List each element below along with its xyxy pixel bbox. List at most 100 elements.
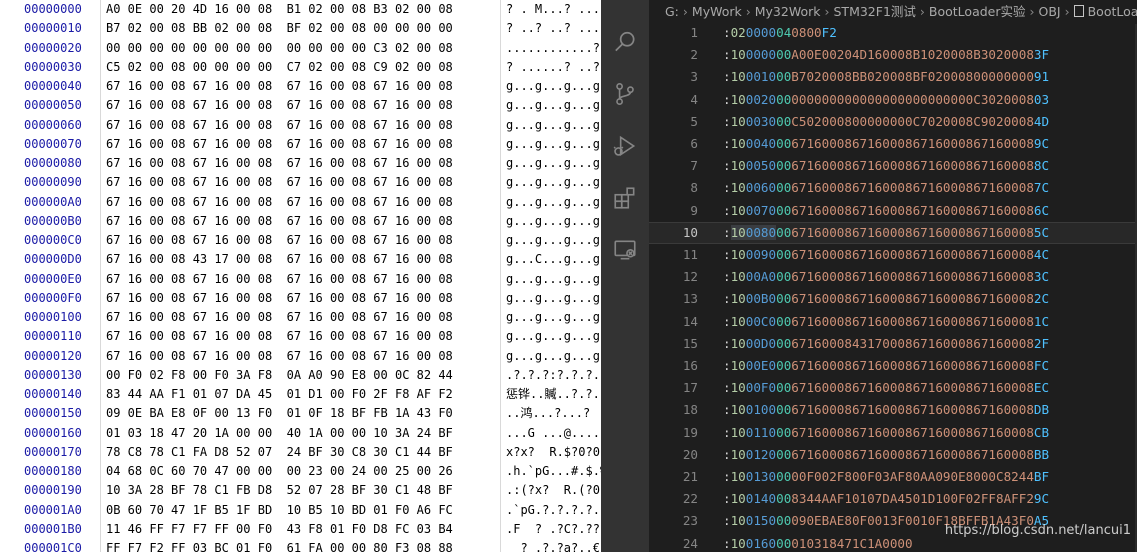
hex-editor-pane[interactable]: 00000000 A0 0E 00 20 4D 16 00 08 B1 02 00… [0,0,601,552]
hex-record[interactable]: :100110006716000867160008671600086716000… [723,422,1049,444]
code-line[interactable]: 6:10004000671600086716000867160008671600… [649,133,1137,155]
hex-row-bytes[interactable]: 67 16 00 08 67 16 00 08 67 16 00 08 67 1… [106,308,453,327]
hex-row[interactable]: 000000F0 67 16 00 08 67 16 00 08 67 16 00… [0,289,601,308]
hex-row[interactable]: 00000130 00 F0 02 F8 00 F0 3A F8 0A A0 90… [0,366,601,385]
code-line[interactable]: 19:1001100067160008671600086716000867160… [649,422,1137,444]
hex-row-ascii[interactable]: g...g...g...g... [506,289,601,308]
hex-row-ascii[interactable]: .`pG.?.?.?.?.? [506,501,601,520]
hex-row-bytes[interactable]: 78 C8 78 C1 FA D8 52 07 24 BF 30 C8 30 C… [106,443,453,462]
hex-row-bytes[interactable]: 00 00 00 00 00 00 00 00 00 00 00 00 C3 0… [106,39,453,58]
hex-row[interactable]: 000000E0 67 16 00 08 67 16 00 08 67 16 00… [0,270,601,289]
code-line[interactable]: 8:10006000671600086716000867160008671600… [649,177,1137,199]
hex-row-bytes[interactable]: 67 16 00 08 67 16 00 08 67 16 00 08 67 1… [106,173,453,192]
hex-record[interactable]: :100070006716000867160008671600086716000… [723,200,1049,222]
hex-record[interactable]: :10000000A00E00204D160008B1020008B302000… [723,44,1049,66]
hex-row-bytes[interactable]: 10 3A 28 BF 78 C1 FB D8 52 07 28 BF 30 C… [106,481,453,500]
hex-row[interactable]: 000000A0 67 16 00 08 67 16 00 08 67 16 00… [0,193,601,212]
hex-row[interactable]: 00000110 67 16 00 08 67 16 00 08 67 16 00… [0,327,601,346]
hex-record[interactable]: :1000A0006716000867160008671600086716000… [723,266,1049,288]
hex-record[interactable]: :1000B0006716000867160008671600086716000… [723,288,1049,310]
code-editor[interactable]: G: › MyWork › My32Work › STM32F1测试 › BootLoader实… [649,0,1137,552]
code-line[interactable]: 13:1000B00067160008671600086716000867160… [649,288,1137,310]
source-control-icon[interactable] [601,70,649,118]
hex-row-bytes[interactable]: 67 16 00 08 67 16 00 08 67 16 00 08 67 1… [106,289,453,308]
hex-row-ascii[interactable]: g...g...g...g... [506,116,601,135]
hex-row[interactable]: 00000180 04 68 0C 60 70 47 00 00 00 23 00… [0,462,601,481]
hex-row[interactable]: 000000D0 67 16 00 08 43 17 00 08 67 16 00… [0,250,601,269]
hex-row-bytes[interactable]: FF F7 F2 FF 03 BC 01 F0 61 FA 00 00 80 F… [106,539,453,552]
hex-row-bytes[interactable]: 67 16 00 08 67 16 00 08 67 16 00 08 67 1… [106,212,453,231]
hex-row-ascii[interactable]: g...g...g...g... [506,212,601,231]
hex-row-bytes[interactable]: 83 44 AA F1 01 07 DA 45 01 D1 00 F0 2F F… [106,385,453,404]
hex-row-bytes[interactable]: 67 16 00 08 67 16 00 08 67 16 00 08 67 1… [106,193,453,212]
hex-record[interactable]: :1000E0006716000867160008671600086716000… [723,355,1049,377]
hex-row[interactable]: 00000190 10 3A 28 BF 78 C1 FB D8 52 07 28… [0,481,601,500]
hex-row-ascii[interactable]: g...g...g...g... [506,308,601,327]
hex-row-bytes[interactable]: 11 46 FF F7 F7 FF 00 F0 43 F8 01 F0 D8 F… [106,520,453,539]
hex-row[interactable]: 000001B0 11 46 FF F7 F7 FF 00 F0 43 F8 01… [0,520,601,539]
code-line[interactable]: 11:1000900067160008671600086716000867160… [649,244,1137,266]
hex-row-bytes[interactable]: 67 16 00 08 67 16 00 08 67 16 00 08 67 1… [106,231,453,250]
hex-record[interactable]: :100080006716000867160008671600086716000… [723,223,1049,243]
hex-row-bytes[interactable]: 67 16 00 08 67 16 00 08 67 16 00 08 67 1… [106,135,453,154]
hex-row-ascii[interactable]: g...g...g...g... [506,135,601,154]
hex-row[interactable]: 00000160 01 03 18 47 20 1A 00 00 40 1A 00… [0,424,601,443]
hex-row-ascii[interactable]: ? .?.?a?..€?.? [506,539,601,552]
hex-row-bytes[interactable]: 0B 60 70 47 1F B5 1F BD 10 B5 10 BD 01 F… [106,501,453,520]
remote-explorer-icon[interactable] [601,226,649,274]
hex-row[interactable]: 00000060 67 16 00 08 67 16 00 08 67 16 00… [0,116,601,135]
hex-record[interactable]: :100050006716000867160008671600086716000… [723,155,1049,177]
hex-record[interactable]: :1001300000F002F800F03AF80AA090E8000C824… [723,466,1049,488]
hex-record[interactable]: :10016000010318471C1A0000 [723,533,913,552]
code-line[interactable]: 20:1001200067160008671600086716000867160… [649,444,1137,466]
hex-row-bytes[interactable]: 04 68 0C 60 70 47 00 00 00 23 00 24 00 2… [106,462,453,481]
code-line[interactable]: 9:10007000671600086716000867160008671600… [649,200,1137,222]
hex-row-bytes[interactable]: C5 02 00 08 00 00 00 00 C7 02 00 08 C9 0… [106,58,453,77]
hex-record[interactable]: :100140008344AAF10107DA4501D100F02FF8AFF… [723,488,1049,510]
hex-row-ascii[interactable]: ...G ...@....:$? [506,424,601,443]
hex-row-bytes[interactable]: 67 16 00 08 67 16 00 08 67 16 00 08 67 1… [106,154,453,173]
hex-row[interactable]: 00000140 83 44 AA F1 01 07 DA 45 01 D1 00… [0,385,601,404]
breadcrumb-item[interactable]: G: [665,4,679,19]
code-line[interactable]: 10:1000800067160008671600086716000867160… [649,221,1137,244]
hex-record[interactable]: :100120006716000867160008671600086716000… [723,444,1049,466]
hex-row[interactable]: 00000150 09 0E BA E8 0F 00 13 F0 01 0F 18… [0,404,601,423]
hex-record[interactable]: :10002000000000000000000000000000C302000… [723,89,1049,111]
hex-row-bytes[interactable]: 67 16 00 08 67 16 00 08 67 16 00 08 67 1… [106,327,453,346]
hex-row[interactable]: 00000100 67 16 00 08 67 16 00 08 67 16 00… [0,308,601,327]
hex-row-ascii[interactable]: ? . M...? ...?... [506,0,601,19]
breadcrumb-item[interactable]: My32Work [755,4,821,19]
hex-row-ascii[interactable]: g...C...g...g... [506,250,601,269]
hex-row[interactable]: 00000040 67 16 00 08 67 16 00 08 67 16 00… [0,77,601,96]
hex-row[interactable]: 00000020 00 00 00 00 00 00 00 00 00 00 00… [0,39,601,58]
hex-row[interactable]: 00000170 78 C8 78 C1 FA D8 52 07 24 BF 30… [0,443,601,462]
hex-row-ascii[interactable]: g...g...g...g... [506,347,601,366]
hex-row-ascii[interactable]: ? ..? ..? ....... [506,19,601,38]
hex-row-ascii[interactable]: ..鸿...?...? [506,404,601,423]
hex-row-ascii[interactable]: .F ? .?C?.??. [506,520,601,539]
hex-row-ascii[interactable]: .h.`pG...#.$.%.& [506,462,601,481]
code-line[interactable]: 15:1000D00067160008431700086716000867160… [649,333,1137,355]
hex-row-ascii[interactable]: g...g...g...g... [506,96,601,115]
hex-row-bytes[interactable]: 67 16 00 08 67 16 00 08 67 16 00 08 67 1… [106,270,453,289]
hex-row[interactable]: 00000090 67 16 00 08 67 16 00 08 67 16 00… [0,173,601,192]
code-line[interactable]: 2:10000000A00E00204D160008B1020008B30200… [649,44,1137,66]
hex-row-ascii[interactable]: g...g...g...g... [506,231,601,250]
breadcrumb-item[interactable]: BootLoader.hex [1088,4,1137,19]
hex-row[interactable]: 000001A0 0B 60 70 47 1F B5 1F BD 10 B5 10… [0,501,601,520]
hex-row-bytes[interactable]: 00 F0 02 F8 00 F0 3A F8 0A A0 90 E8 00 0… [106,366,453,385]
hex-row-bytes[interactable]: A0 0E 00 20 4D 16 00 08 B1 02 00 08 B3 0… [106,0,453,19]
hex-row-bytes[interactable]: 67 16 00 08 67 16 00 08 67 16 00 08 67 1… [106,77,453,96]
hex-record[interactable]: :1000D0006716000843170008671600086716000… [723,333,1049,355]
hex-row[interactable]: 000000C0 67 16 00 08 67 16 00 08 67 16 00… [0,231,601,250]
hex-row-ascii[interactable]: g...g...g...g... [506,173,601,192]
hex-row[interactable]: 00000120 67 16 00 08 67 16 00 08 67 16 00… [0,347,601,366]
hex-row-ascii[interactable]: .?.?.?:?.?.?..?D [506,366,601,385]
hex-row-bytes[interactable]: 67 16 00 08 67 16 00 08 67 16 00 08 67 1… [106,347,453,366]
code-line[interactable]: 16:1000E00067160008671600086716000867160… [649,355,1137,377]
hex-row[interactable]: 00000080 67 16 00 08 67 16 00 08 67 16 00… [0,154,601,173]
hex-row-bytes[interactable]: 67 16 00 08 67 16 00 08 67 16 00 08 67 1… [106,116,453,135]
hex-row[interactable]: 00000070 67 16 00 08 67 16 00 08 67 16 00… [0,135,601,154]
hex-row-ascii[interactable]: g...g...g...g... [506,270,601,289]
extensions-icon[interactable] [601,174,649,222]
